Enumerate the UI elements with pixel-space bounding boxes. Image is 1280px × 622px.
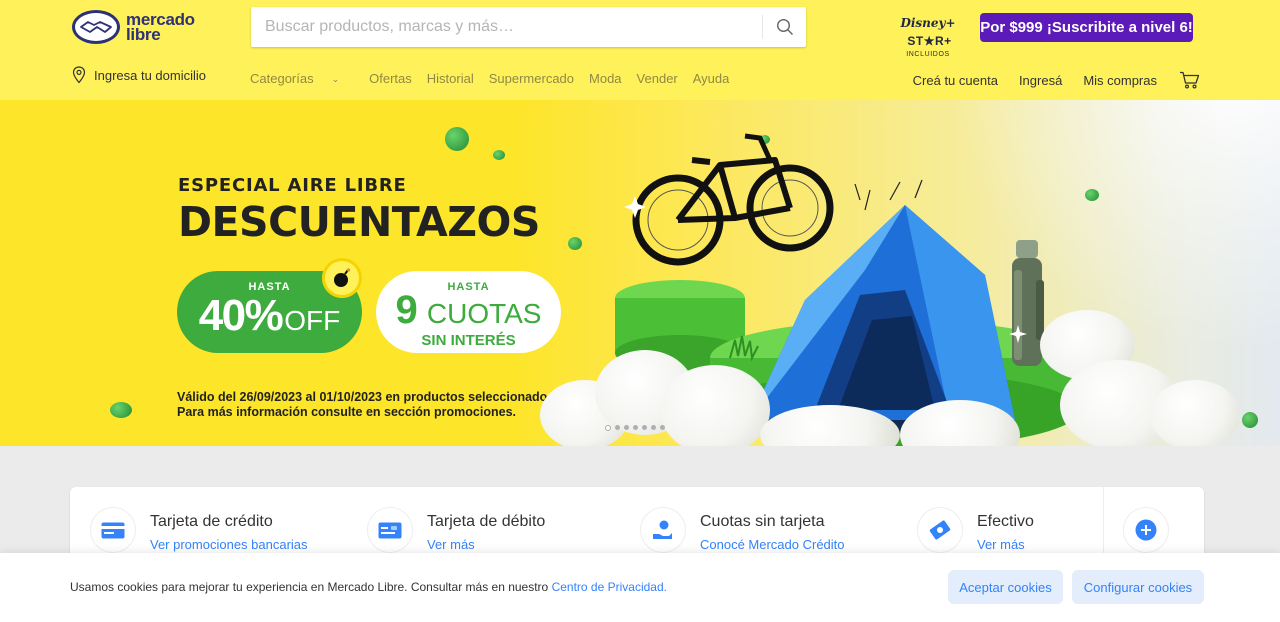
disney-caption: INCLUIDOS — [906, 51, 950, 58]
payment-link[interactable]: Ver más — [977, 537, 1034, 552]
payment-cash[interactable]: Efectivo Ver más — [917, 507, 1034, 557]
payment-title: Cuotas sin tarjeta — [700, 513, 825, 530]
logo-text-line2: libre — [126, 25, 161, 44]
payment-title: Tarjeta de crédito — [150, 513, 273, 530]
decor-ball — [110, 402, 132, 418]
subscription-promo-button[interactable]: Por $999 ¡Suscribite a nivel 6! — [980, 13, 1193, 42]
more-payment-methods-button[interactable] — [1123, 507, 1169, 553]
discount-percent: 40% — [198, 291, 284, 340]
cloud — [1150, 380, 1240, 446]
cash-icon — [917, 507, 963, 553]
legal-line-1: Válido del 26/09/2023 al 01/10/2023 en p… — [177, 390, 558, 404]
installments-number: 9 — [395, 288, 418, 332]
location-pin-icon — [72, 66, 86, 84]
hero-title: DESCUENTAZOS — [178, 198, 540, 246]
installments-badge: HASTA 9 CUOTAS SIN INTERÉS — [376, 271, 561, 353]
carousel-dot[interactable] — [651, 425, 656, 430]
cart-button[interactable] — [1179, 71, 1200, 89]
cloud — [660, 365, 770, 446]
nav-item-moda[interactable]: Moda — [589, 71, 622, 86]
configure-cookies-button[interactable]: Configurar cookies — [1072, 570, 1204, 604]
decor-ball — [1242, 412, 1258, 428]
address-label: Ingresa tu domicilio — [94, 67, 206, 83]
login-link[interactable]: Ingresá — [1019, 73, 1062, 88]
carousel-dot[interactable] — [660, 425, 665, 430]
handshake-icon — [72, 10, 120, 44]
cookie-message: Usamos cookies para mejorar tu experienc… — [70, 580, 667, 594]
payment-debit-card[interactable]: Tarjeta de débito Ver más — [367, 507, 545, 557]
debit-card-icon — [367, 507, 413, 553]
address-selector[interactable]: Ingresa tu domicilio — [72, 66, 206, 84]
nav-item-categorias[interactable]: Categorías ⌄ — [250, 71, 354, 86]
payment-link[interactable]: Ver promociones bancarias — [150, 537, 308, 552]
bomb-seal-icon — [322, 258, 362, 298]
mercadolibre-logo[interactable]: mercado libre — [72, 8, 204, 46]
nav-item-supermercado[interactable]: Supermercado — [489, 71, 574, 86]
carousel-dot[interactable] — [624, 425, 629, 430]
disney-brand: Disney+ — [900, 16, 956, 30]
payment-credit-card[interactable]: Tarjeta de crédito Ver promociones banca… — [90, 507, 308, 557]
hero-kicker: ESPECIAL AIRE LIBRE — [178, 175, 407, 196]
carousel-dot[interactable] — [642, 425, 647, 430]
hero-banner[interactable]: ESPECIAL AIRE LIBRE DESCUENTAZOS HASTA 4… — [0, 100, 1280, 446]
my-purchases-link[interactable]: Mis compras — [1083, 73, 1157, 88]
star-brand: ST★R+ — [907, 34, 952, 48]
carousel-dots — [605, 425, 665, 431]
plus-icon — [1135, 519, 1157, 541]
chevron-down-icon: ⌄ — [331, 74, 340, 84]
search-input[interactable] — [251, 7, 761, 47]
payment-title: Efectivo — [977, 513, 1034, 530]
installments-word: CUOTAS — [426, 298, 542, 329]
carousel-dot[interactable] — [633, 425, 638, 430]
privacy-center-link[interactable]: Centro de Privacidad. — [552, 580, 667, 594]
cookie-text: Usamos cookies para mejorar tu experienc… — [70, 580, 552, 594]
main-nav: Categorías ⌄ Ofertas Historial Supermerca… — [250, 71, 744, 86]
nav-item-ayuda[interactable]: Ayuda — [693, 71, 730, 86]
cookie-banner: Usamos cookies para mejorar tu experienc… — [0, 553, 1280, 622]
credit-card-icon — [90, 507, 136, 553]
nav-item-ofertas[interactable]: Ofertas — [369, 71, 412, 86]
cart-icon — [1180, 71, 1200, 89]
carousel-dot[interactable] — [605, 425, 611, 431]
discount-word: OFF — [284, 305, 341, 336]
hand-coin-icon — [640, 507, 686, 553]
accept-cookies-button[interactable]: Aceptar cookies — [948, 570, 1063, 604]
decor-ball — [445, 127, 469, 151]
payment-title: Tarjeta de débito — [427, 513, 546, 530]
installments-sub: SIN INTERÉS — [421, 332, 516, 349]
legal-line-2: Para más información consulte en sección… — [177, 405, 516, 419]
payment-no-card-installments[interactable]: Cuotas sin tarjeta Conocé Mercado Crédit… — [640, 507, 845, 557]
search-button[interactable] — [763, 7, 806, 47]
carousel-dot[interactable] — [615, 425, 620, 430]
disney-star-logo[interactable]: Disney+ ST★R+ INCLUIDOS — [884, 14, 972, 58]
nav-item-vender[interactable]: Vender — [637, 71, 678, 86]
search-bar — [251, 7, 806, 47]
account-nav: Creá tu cuenta Ingresá Mis compras — [892, 71, 1200, 89]
nav-label: Categorías — [250, 71, 314, 86]
payment-link[interactable]: Conocé Mercado Crédito — [700, 537, 845, 552]
payment-link[interactable]: Ver más — [427, 537, 545, 552]
hero-legal-text: Válido del 26/09/2023 al 01/10/2023 en p… — [177, 390, 558, 420]
header: mercado libre Disney+ ST★R+ INCLUIDOS Po… — [0, 0, 1280, 100]
nav-item-historial[interactable]: Historial — [427, 71, 474, 86]
decor-ball — [493, 150, 505, 160]
create-account-link[interactable]: Creá tu cuenta — [913, 73, 998, 88]
search-icon — [776, 18, 793, 35]
